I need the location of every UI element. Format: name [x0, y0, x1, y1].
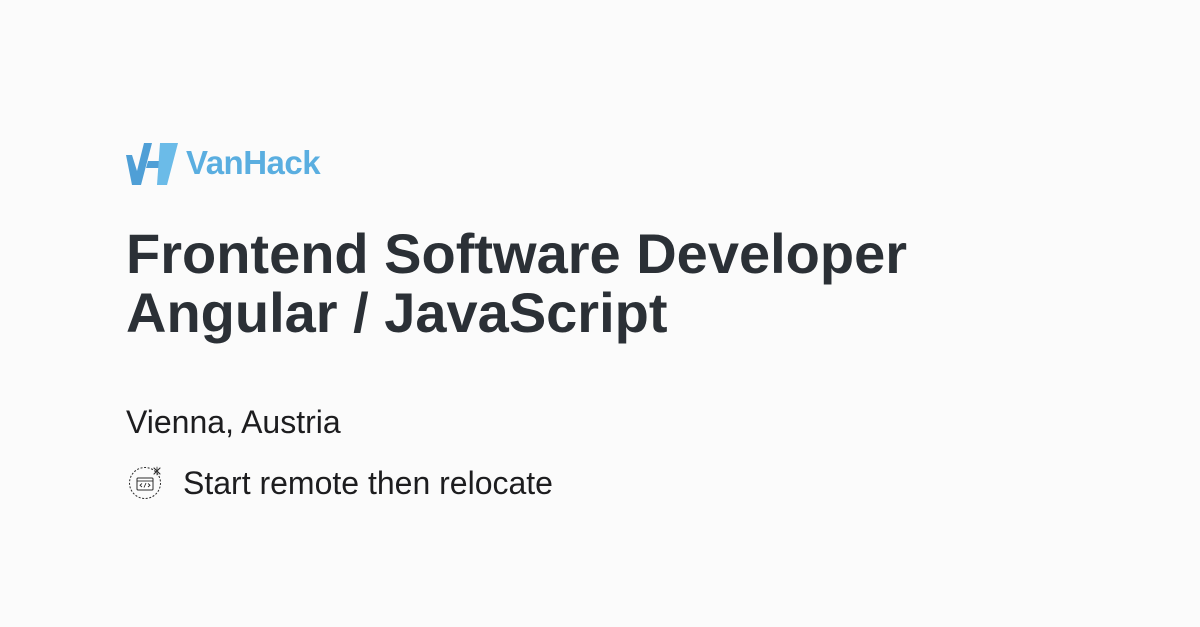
work-mode-row: Start remote then relocate: [126, 463, 1140, 503]
job-location: Vienna, Austria: [126, 404, 341, 440]
work-mode-label: Start remote then relocate: [183, 465, 553, 501]
job-title-line-1: Frontend Software Developer: [126, 222, 908, 285]
vanhack-wordmark: VanHack: [186, 144, 321, 181]
job-card: VanHack Frontend Software Developer Angu…: [126, 140, 1140, 503]
remote-code-relocate-icon: [129, 466, 161, 499]
job-title: Frontend Software Developer Angular / Ja…: [126, 224, 1140, 342]
job-title-line-2: Angular / JavaScript: [126, 281, 668, 344]
vanhack-logo: VanHack: [126, 140, 1140, 186]
vanhack-logo-mark-icon: [126, 143, 178, 185]
